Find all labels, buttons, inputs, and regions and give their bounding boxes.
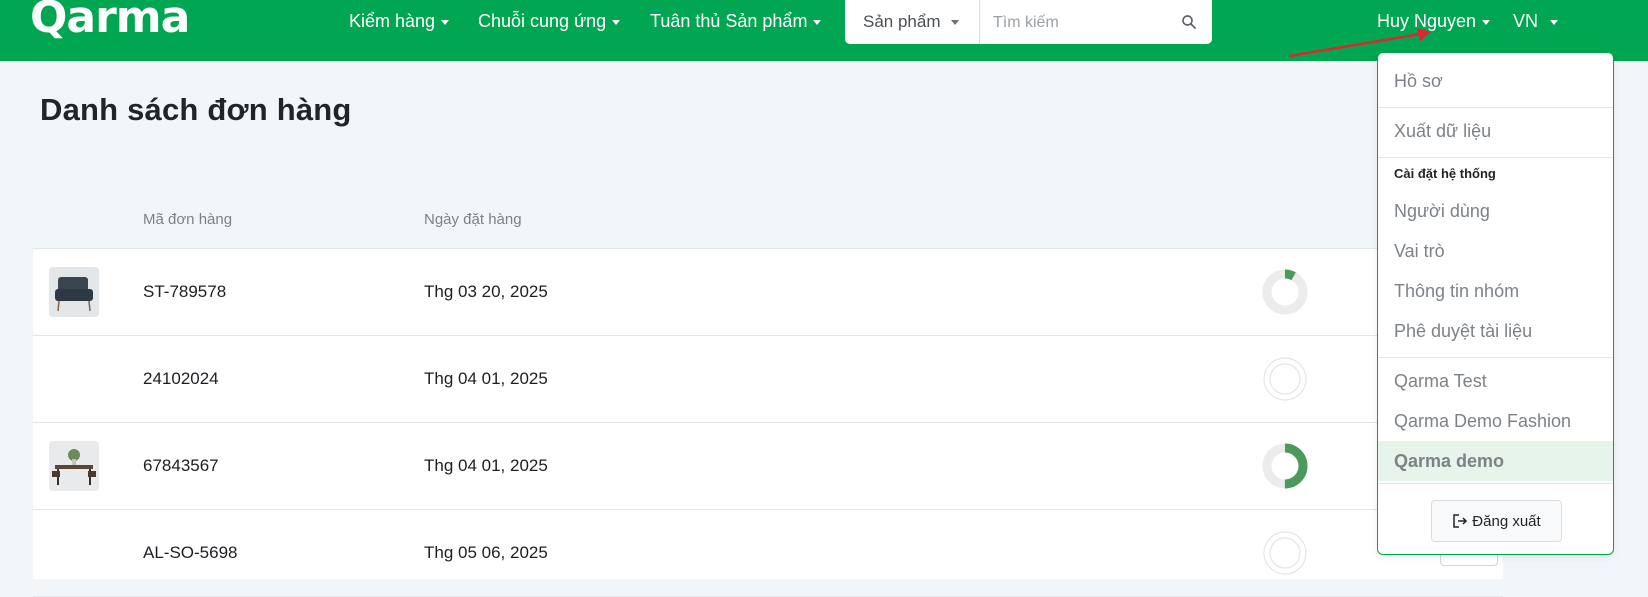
page-title: Danh sách đơn hàng [40, 92, 352, 127]
qarma-logo[interactable]: Qarma [30, 0, 190, 40]
chevron-down-icon [441, 19, 450, 25]
menu-item-org-qarma-demo-fashion[interactable]: Qarma Demo Fashion [1378, 401, 1613, 441]
nav-compliance-label: Tuân thủ Sản phẩm [650, 11, 808, 31]
chevron-down-icon [813, 19, 822, 25]
logout-icon [1453, 514, 1468, 528]
logout-label: Đăng xuất [1472, 513, 1541, 530]
menu-item-roles[interactable]: Vai trò [1378, 231, 1613, 271]
language-selector[interactable]: VN [1513, 8, 1559, 34]
table-row[interactable]: 67843567 Thg 04 01, 2025 [33, 423, 1503, 510]
menu-divider [1378, 157, 1613, 158]
menu-divider [1378, 107, 1613, 108]
menu-item-document-approval[interactable]: Phê duyệt tài liệu [1378, 311, 1613, 351]
menu-item-org-qarma-demo[interactable]: Qarma demo [1378, 441, 1613, 481]
progress-donut [1263, 531, 1307, 575]
nav-inspection-label: Kiểm hàng [349, 11, 436, 31]
table-row[interactable]: ST-789578 Thg 03 20, 2025 [33, 249, 1503, 336]
table-row[interactable]: 24102024 Thg 04 01, 2025 [33, 336, 1503, 423]
search-icon[interactable] [1180, 13, 1198, 31]
user-dropdown-menu: Hồ sơ Xuất dữ liệu Cài đặt hệ thống Ngườ… [1377, 52, 1614, 555]
progress-track [1262, 269, 1308, 315]
progress-empty-ring [1269, 363, 1301, 395]
armchair-image [49, 267, 99, 317]
column-header-order-date[interactable]: Ngày đặt hàng [424, 211, 522, 228]
product-thumbnail [49, 441, 99, 491]
logout-button[interactable]: Đăng xuất [1431, 500, 1562, 542]
progress-donut [1263, 357, 1307, 401]
chevron-down-icon [950, 20, 959, 26]
nav-inspection-menu[interactable]: Kiểm hàng [349, 8, 450, 34]
chevron-down-icon [1550, 19, 1559, 25]
order-date: Thg 04 01, 2025 [424, 369, 548, 388]
nav-supply-chain-menu[interactable]: Chuỗi cung ứng [478, 8, 621, 34]
menu-divider [1378, 483, 1613, 484]
chevron-down-icon [1482, 19, 1491, 25]
column-header-order-id[interactable]: Mã đơn hàng [143, 211, 232, 228]
menu-item-users[interactable]: Người dùng [1378, 191, 1613, 231]
order-date: Thg 05 06, 2025 [424, 543, 548, 562]
product-thumbnail [49, 267, 99, 317]
nav-supply-chain-label: Chuỗi cung ứng [478, 11, 607, 31]
menu-item-group-info[interactable]: Thông tin nhóm [1378, 271, 1613, 311]
progress-donut [1262, 443, 1308, 489]
order-id[interactable]: 24102024 [143, 369, 219, 389]
order-id[interactable]: AL-SO-5698 [143, 543, 238, 563]
dining-table-image [49, 441, 99, 491]
language-code: VN [1513, 11, 1539, 31]
menu-item-export-data[interactable]: Xuất dữ liệu [1378, 111, 1613, 151]
menu-item-profile[interactable]: Hồ sơ [1378, 61, 1613, 101]
orders-table: ST-789578 Thg 03 20, 2025 24102024 Thg 0… [33, 248, 1503, 597]
order-date: Thg 04 01, 2025 [424, 456, 548, 475]
search-category-label: Sản phẩm [863, 12, 941, 31]
order-date: Thg 03 20, 2025 [424, 282, 548, 301]
search-category-select[interactable]: Sản phẩm [845, 0, 980, 44]
menu-item-org-qarma-test[interactable]: Qarma Test [1378, 361, 1613, 401]
menu-section-system-settings: Cài đặt hệ thống [1394, 166, 1496, 181]
nav-compliance-menu[interactable]: Tuân thủ Sản phẩm [650, 8, 822, 34]
global-search: Sản phẩm [845, 0, 1212, 44]
table-row[interactable]: AL-SO-5698 Thg 05 06, 2025 [33, 510, 1503, 597]
progress-donut [1262, 269, 1308, 315]
chevron-down-icon [612, 19, 621, 25]
search-input[interactable] [981, 0, 1195, 44]
menu-divider [1378, 357, 1613, 358]
order-id[interactable]: ST-789578 [143, 282, 226, 302]
order-id[interactable]: 67843567 [143, 456, 219, 476]
